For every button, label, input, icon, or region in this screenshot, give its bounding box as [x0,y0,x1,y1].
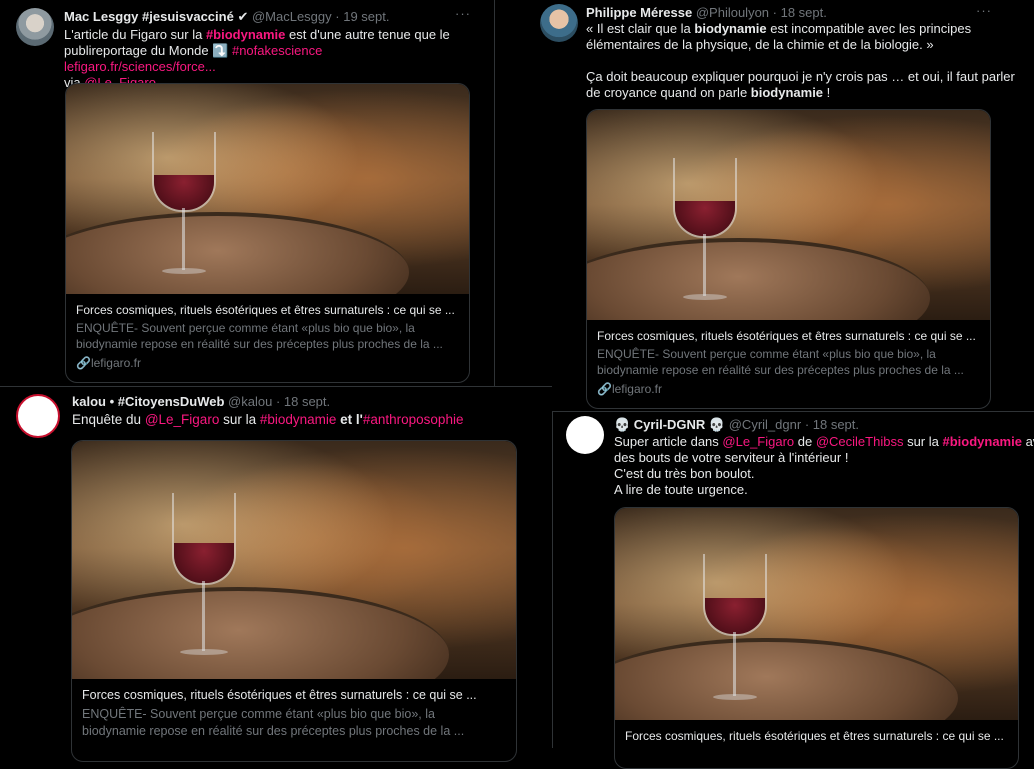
verified-badge-icon: ✔ [237,9,249,24]
card-description: biodynamie repose en réalité sur des pré… [76,337,443,351]
card-domain: lefigaro.fr [90,356,141,370]
tweet-header: Mac Lesggy #jesuisvacciné ✔ @MacLesggy ·… [64,9,389,25]
avatar[interactable] [566,416,604,454]
author-name[interactable]: 💀 Cyril-DGNR 💀 [614,417,725,432]
mention-link[interactable]: @CecileThibss [816,434,904,449]
card-title: Forces cosmiques, rituels ésotériques et… [625,729,1004,743]
more-options-icon[interactable]: ··· [976,3,992,18]
card-description: ENQUÊTE- Souvent perçue comme étant «plu… [82,707,435,721]
link-icon: 🔗 [76,356,91,370]
link-card[interactable]: Forces cosmiques, rituels ésotériques et… [586,109,991,409]
hashtag-link[interactable]: #biodynamie [260,412,337,427]
link-card[interactable]: Forces cosmiques, rituels ésotériques et… [71,440,517,762]
card-title: Forces cosmiques, rituels ésotériques et… [76,303,455,317]
hashtag-link[interactable]: #anthroposophie [363,412,464,427]
author-handle[interactable]: @Philoulyon [696,5,769,20]
card-description: ENQUÊTE- Souvent perçue comme étant «plu… [597,347,936,361]
tweet-date[interactable]: · 19 sept. [335,9,389,24]
tweet-date[interactable]: · 18 sept. [805,417,859,432]
tweet-text: « Il est clair que la biodynamie est inc… [586,21,1015,100]
mention-link[interactable]: @Le_Figaro [145,412,220,427]
link-icon: 🔗 [597,382,612,396]
tweet-header: kalou • #CitoyensDuWeb @kalou · 18 sept. [72,394,330,409]
tweet-text: Super article dans @Le_Figaro de @Cecile… [614,434,1034,497]
author-handle[interactable]: @Cyril_dgnr [729,417,801,432]
card-description: biodynamie repose en réalité sur des pré… [597,363,964,377]
avatar[interactable] [16,394,60,438]
avatar[interactable] [16,8,54,46]
card-image [587,110,990,320]
url-link[interactable]: lefigaro.fr/sciences/force... [64,59,216,74]
author-handle[interactable]: @MacLesggy [252,9,332,24]
card-description: biodynamie repose en réalité sur des pré… [82,724,465,738]
tweet-text: Enquête du @Le_Figaro sur la #biodynamie… [72,412,464,427]
author-handle[interactable]: @kalou [228,394,272,409]
tweet-date[interactable]: · 18 sept. [773,5,827,20]
hashtag-link[interactable]: #biodynamie [942,434,1021,449]
tweet-header: Philippe Méresse @Philoulyon · 18 sept. [586,5,827,20]
avatar[interactable] [540,4,578,42]
card-image [72,441,516,679]
card-image [66,84,469,294]
card-title: Forces cosmiques, rituels ésotériques et… [82,688,477,702]
mention-link[interactable]: @Le_Figaro [722,434,794,449]
tweet-date[interactable]: · 18 sept. [276,394,330,409]
tweet-text: L'article du Figaro sur la #biodynamie e… [64,27,474,91]
hashtag-link[interactable]: #nofakescience [232,43,322,58]
more-options-icon[interactable]: ··· [455,6,471,21]
link-card[interactable]: Forces cosmiques, rituels ésotériques et… [65,83,470,383]
card-description: ENQUÊTE- Souvent perçue comme étant «plu… [76,321,415,335]
author-name[interactable]: kalou • #CitoyensDuWeb [72,394,224,409]
card-domain: lefigaro.fr [611,382,662,396]
author-name[interactable]: Mac Lesggy #jesuisvacciné [64,9,234,24]
hashtag-link[interactable]: #biodynamie [206,27,285,42]
link-card[interactable]: Forces cosmiques, rituels ésotériques et… [614,507,1019,769]
author-name[interactable]: Philippe Méresse [586,5,692,20]
card-title: Forces cosmiques, rituels ésotériques et… [597,329,976,343]
card-image [615,508,1018,720]
tweet-header: 💀 Cyril-DGNR 💀 @Cyril_dgnr · 18 sept. [614,417,859,433]
